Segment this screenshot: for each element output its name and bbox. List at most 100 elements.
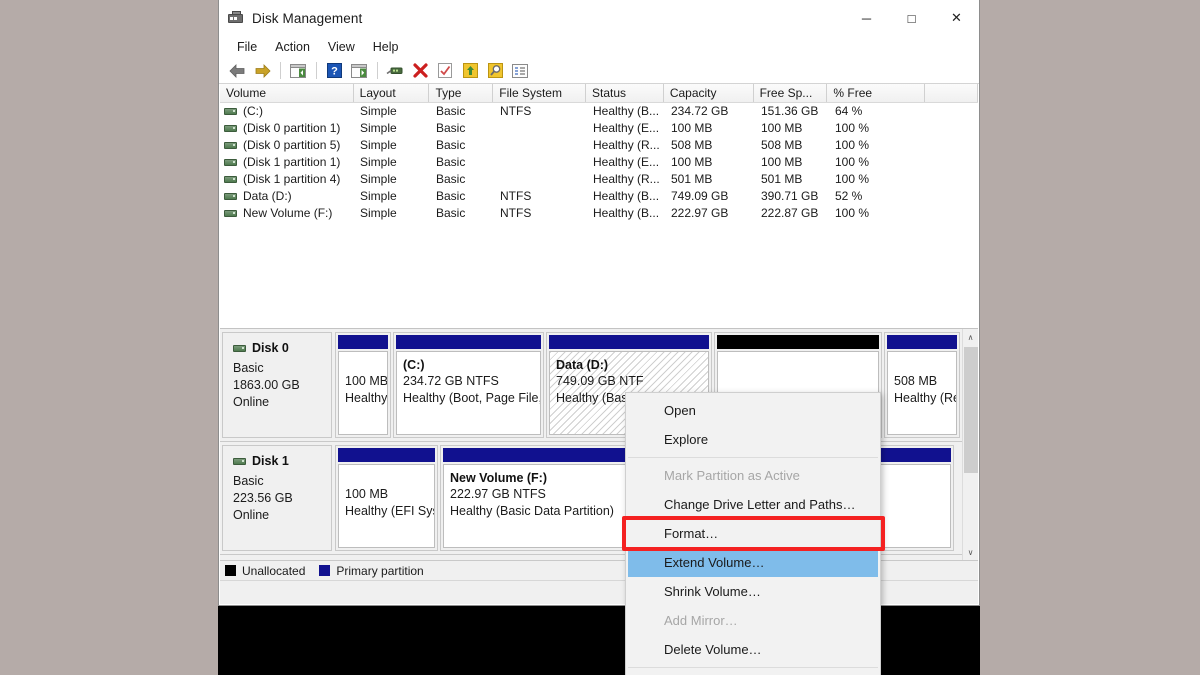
menu-item-extend-volume[interactable]: Extend Volume… <box>628 548 878 577</box>
column-header-free-sp[interactable]: Free Sp... <box>754 84 828 102</box>
properties-icon[interactable] <box>433 60 457 82</box>
menu-action[interactable]: Action <box>267 38 318 56</box>
scrollbar-track[interactable] <box>963 345 979 544</box>
menu-help[interactable]: Help <box>365 38 407 56</box>
cell-free-space: 100 MB <box>755 120 829 137</box>
column-header-capacity[interactable]: Capacity <box>664 84 754 102</box>
column-header-status[interactable]: Status <box>586 84 664 102</box>
disk-pane-scrollbar[interactable]: ∧ ∨ <box>962 329 978 560</box>
column-header-layout[interactable]: Layout <box>354 84 430 102</box>
minimize-button[interactable]: ─ <box>844 0 889 36</box>
cell-type: Basic <box>430 154 494 171</box>
partition-block[interactable]: (C:)234.72 GB NTFSHealthy (Boot, Page Fi… <box>393 332 544 438</box>
cell-type: Basic <box>430 205 494 222</box>
partition-block[interactable]: 100 MBHealthy (EFI Syst <box>335 445 438 551</box>
cell-status: Healthy (B... <box>587 103 665 120</box>
disk-info-panel[interactable]: Disk 1Basic223.56 GBOnline <box>222 445 332 551</box>
volume-row[interactable]: New Volume (F:)SimpleBasicNTFSHealthy (B… <box>220 205 978 222</box>
partition-color-bar <box>338 335 388 349</box>
cell-percent-free: 100 % <box>829 205 927 222</box>
menu-item-explore[interactable]: Explore <box>626 425 880 454</box>
partition-block[interactable]: 508 MBHealthy (Re <box>884 332 960 438</box>
show-details-icon[interactable] <box>508 60 532 82</box>
close-button[interactable]: ✕ <box>934 0 979 36</box>
cell-free-space: 390.71 GB <box>755 188 829 205</box>
column-header-volume[interactable]: Volume <box>220 84 354 102</box>
column-header-type[interactable]: Type <box>429 84 493 102</box>
maximize-button[interactable]: □ <box>889 0 934 36</box>
partition-color-bar <box>338 448 435 462</box>
toolbar-separator <box>377 62 378 79</box>
partition-line1: 749.09 GB NTF <box>556 373 702 390</box>
menu-item-delete-volume[interactable]: Delete Volume… <box>626 635 880 664</box>
partition-block[interactable]: 100 MBHealthy <box>335 332 391 438</box>
volume-row[interactable]: (Disk 0 partition 1)SimpleBasicHealthy (… <box>220 120 978 137</box>
menu-view[interactable]: View <box>320 38 363 56</box>
cell-layout: Simple <box>354 137 430 154</box>
menu-file[interactable]: File <box>229 38 265 56</box>
volume-row[interactable]: (C:)SimpleBasicNTFSHealthy (B...234.72 G… <box>220 103 978 120</box>
column-header-free[interactable]: % Free <box>827 84 925 102</box>
cell-layout: Simple <box>354 120 430 137</box>
show-hide-console-tree-icon[interactable] <box>286 60 310 82</box>
partition-line2: Healthy (Boot, Page File, ( <box>403 390 534 407</box>
menu-item-format[interactable]: Format… <box>626 519 880 548</box>
delete-icon[interactable] <box>408 60 432 82</box>
partition-line2: Healthy (Re <box>894 390 950 407</box>
scrollbar-thumb[interactable] <box>964 347 978 473</box>
back-icon[interactable] <box>225 60 249 82</box>
volume-row[interactable]: (Disk 0 partition 5)SimpleBasicHealthy (… <box>220 137 978 154</box>
partition-label: (C:) <box>403 357 534 373</box>
disk-size-label: 1863.00 GB <box>233 377 331 394</box>
menu-item-open[interactable]: Open <box>626 396 880 425</box>
drive-icon <box>224 159 237 166</box>
rescan-disks-icon[interactable] <box>383 60 407 82</box>
cell-free-space: 100 MB <box>755 154 829 171</box>
cell-percent-free: 100 % <box>829 171 927 188</box>
cell-capacity: 749.09 GB <box>665 188 755 205</box>
show-hide-action-pane-icon[interactable] <box>347 60 371 82</box>
volume-row[interactable]: Data (D:)SimpleBasicNTFSHealthy (B...749… <box>220 188 978 205</box>
cell-volume: Data (D:) <box>220 188 354 205</box>
drive-icon <box>224 108 237 115</box>
cell-file-system: NTFS <box>494 205 587 222</box>
menu-item-properties[interactable]: Properties <box>626 671 880 675</box>
help-icon[interactable]: ? <box>322 60 346 82</box>
cell-status: Healthy (E... <box>587 120 665 137</box>
legend-label-primary: Primary partition <box>336 564 423 578</box>
disk-info-panel[interactable]: Disk 0Basic1863.00 GBOnline <box>222 332 332 438</box>
scroll-down-icon[interactable]: ∨ <box>963 544 979 560</box>
volume-list-body[interactable]: (C:)SimpleBasicNTFSHealthy (B...234.72 G… <box>220 103 978 328</box>
disk-name-label: Disk 0 <box>252 341 289 355</box>
title-bar: Disk Management ─ □ ✕ <box>219 0 979 36</box>
cell-status: Healthy (E... <box>587 154 665 171</box>
partition-label-spacer <box>345 470 428 486</box>
partition-color-bar <box>396 335 541 349</box>
menu-item-change-drive-letter-and-paths[interactable]: Change Drive Letter and Paths… <box>626 490 880 519</box>
cell-capacity: 100 MB <box>665 154 755 171</box>
drive-icon <box>233 458 246 465</box>
forward-icon[interactable] <box>250 60 274 82</box>
partition-details: (C:)234.72 GB NTFSHealthy (Boot, Page Fi… <box>396 351 541 435</box>
cell-status: Healthy (R... <box>587 171 665 188</box>
cell-volume: (Disk 0 partition 1) <box>220 120 354 137</box>
volume-row[interactable]: (Disk 1 partition 4)SimpleBasicHealthy (… <box>220 171 978 188</box>
partition-label-spacer <box>345 357 381 373</box>
legend-item-primary-partition: Primary partition <box>319 564 423 578</box>
toolbar: ? <box>219 58 979 84</box>
menu-item-shrink-volume[interactable]: Shrink Volume… <box>626 577 880 606</box>
legend-swatch-unallocated <box>225 565 236 576</box>
drive-icon <box>233 345 246 352</box>
scroll-up-icon[interactable]: ∧ <box>963 329 979 345</box>
export-list-icon[interactable] <box>458 60 482 82</box>
cell-type: Basic <box>430 103 494 120</box>
drive-icon <box>224 176 237 183</box>
column-header-file-system[interactable]: File System <box>493 84 586 102</box>
disk-management-icon <box>228 10 244 26</box>
disk-title: Disk 0 <box>233 341 331 355</box>
disk-size-label: 223.56 GB <box>233 490 331 507</box>
search-icon[interactable] <box>483 60 507 82</box>
column-header-blank[interactable] <box>925 84 978 102</box>
volume-row[interactable]: (Disk 1 partition 1)SimpleBasicHealthy (… <box>220 154 978 171</box>
cell-capacity: 222.97 GB <box>665 205 755 222</box>
